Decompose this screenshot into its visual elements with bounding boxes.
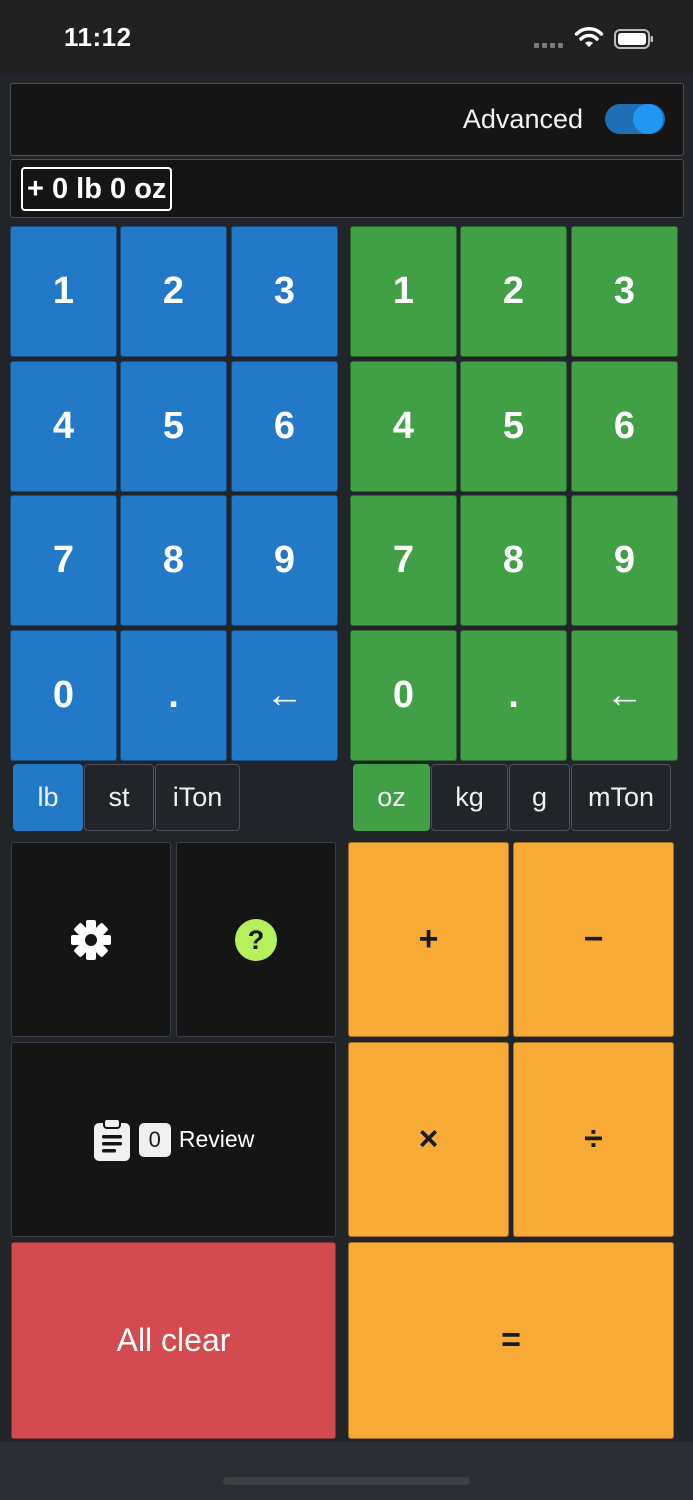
gear-icon bbox=[71, 919, 111, 960]
all-clear-button[interactable]: All clear bbox=[11, 1242, 336, 1439]
review-button[interactable]: 0 Review bbox=[11, 1042, 336, 1237]
left-key-0[interactable]: 0 bbox=[10, 630, 117, 761]
add-button[interactable]: + bbox=[348, 842, 509, 1037]
unit-iton[interactable]: iTon bbox=[155, 764, 240, 831]
right-key-7[interactable]: 7 bbox=[350, 495, 457, 626]
right-key-3[interactable]: 3 bbox=[571, 226, 678, 357]
right-key-0[interactable]: 0 bbox=[350, 630, 457, 761]
display-value: + 0 lb 0 oz bbox=[21, 167, 173, 211]
left-key-4[interactable]: 4 bbox=[10, 361, 117, 492]
left-key-3[interactable]: 3 bbox=[231, 226, 338, 357]
svg-text:?: ? bbox=[248, 925, 265, 955]
unit-st[interactable]: st bbox=[84, 764, 154, 831]
wifi-icon bbox=[574, 27, 604, 47]
left-key-decimal[interactable]: . bbox=[120, 630, 227, 761]
unit-g[interactable]: g bbox=[509, 764, 570, 831]
review-label: Review bbox=[178, 1126, 255, 1152]
left-key-5[interactable]: 5 bbox=[120, 361, 227, 492]
review-count-badge: 0 bbox=[138, 1122, 171, 1157]
multiply-button[interactable]: × bbox=[348, 1042, 509, 1237]
help-button[interactable]: ? bbox=[176, 842, 336, 1037]
bottom-area bbox=[0, 1442, 693, 1500]
unit-mton[interactable]: mTon bbox=[571, 764, 671, 831]
divide-button[interactable]: ÷ bbox=[513, 1042, 674, 1237]
right-key-5[interactable]: 5 bbox=[460, 361, 567, 492]
left-key-2[interactable]: 2 bbox=[120, 226, 227, 357]
unit-lb[interactable]: lb bbox=[13, 764, 83, 831]
right-key-1[interactable]: 1 bbox=[350, 226, 457, 357]
right-key-2[interactable]: 2 bbox=[460, 226, 567, 357]
left-key-7[interactable]: 7 bbox=[10, 495, 117, 626]
left-key-6[interactable]: 6 bbox=[231, 361, 338, 492]
unit-kg[interactable]: kg bbox=[431, 764, 508, 831]
left-backspace-button[interactable]: ← bbox=[231, 630, 338, 761]
right-backspace-button[interactable]: ← bbox=[571, 630, 678, 761]
question-circle-icon: ? bbox=[235, 918, 277, 961]
cellular-signal-icon bbox=[534, 40, 566, 48]
home-indicator[interactable] bbox=[223, 1477, 470, 1485]
advanced-toggle[interactable] bbox=[605, 104, 665, 134]
top-bar: Advanced bbox=[10, 83, 684, 156]
battery-icon bbox=[614, 29, 653, 49]
right-key-decimal[interactable]: . bbox=[460, 630, 567, 761]
toggle-knob bbox=[633, 104, 663, 134]
left-key-8[interactable]: 8 bbox=[120, 495, 227, 626]
review-content: 0 Review bbox=[93, 1117, 255, 1162]
status-time: 11:12 bbox=[64, 22, 132, 52]
result-display: + 0 lb 0 oz bbox=[10, 159, 684, 218]
subtract-button[interactable]: − bbox=[513, 842, 674, 1037]
unit-oz[interactable]: oz bbox=[353, 764, 430, 831]
equals-button[interactable]: = bbox=[348, 1242, 674, 1439]
left-key-9[interactable]: 9 bbox=[231, 495, 338, 626]
clipboard-icon bbox=[93, 1117, 130, 1161]
settings-button[interactable] bbox=[11, 842, 171, 1037]
right-key-6[interactable]: 6 bbox=[571, 361, 678, 492]
left-key-1[interactable]: 1 bbox=[10, 226, 117, 357]
right-key-9[interactable]: 9 bbox=[571, 495, 678, 626]
right-key-4[interactable]: 4 bbox=[350, 361, 457, 492]
right-key-8[interactable]: 8 bbox=[460, 495, 567, 626]
advanced-label: Advanced bbox=[462, 104, 583, 134]
